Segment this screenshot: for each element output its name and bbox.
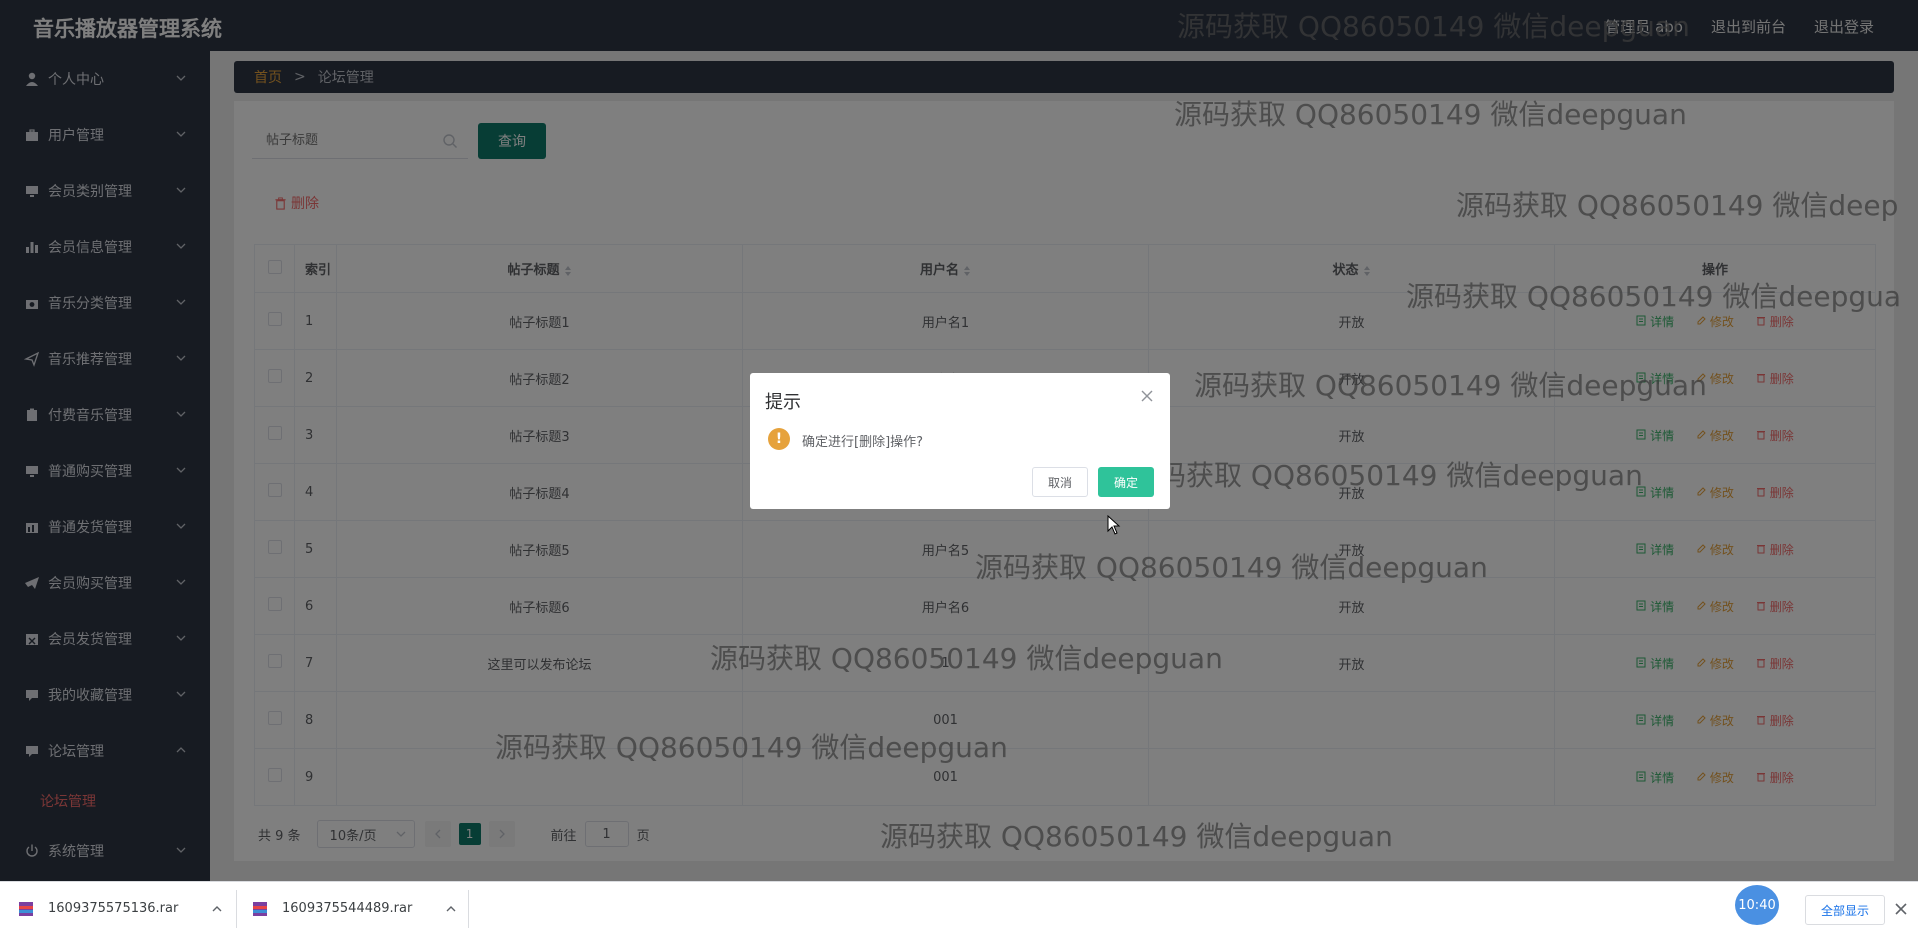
download-item[interactable]: 1609375544489.rar	[252, 882, 456, 934]
mouse-cursor-icon	[1107, 515, 1121, 535]
warning-icon: !	[768, 428, 790, 450]
rar-file-icon	[253, 901, 267, 916]
chevron-up-icon[interactable]	[212, 905, 222, 913]
dialog-title: 提示	[765, 392, 801, 413]
divider	[236, 890, 237, 928]
dialog-message: 确定进行[删除]操作?	[802, 435, 924, 450]
close-icon[interactable]	[1140, 389, 1154, 403]
cancel-button[interactable]: 取消	[1032, 467, 1088, 497]
download-item[interactable]: 1609375575136.rar	[18, 882, 222, 934]
clock-widget: 10:40	[1735, 885, 1779, 925]
confirm-button[interactable]: 确定	[1098, 467, 1154, 497]
show-all-button[interactable]: 全部显示	[1805, 895, 1885, 925]
download-filename: 1609375575136.rar	[48, 901, 179, 916]
download-filename: 1609375544489.rar	[282, 901, 413, 916]
close-icon[interactable]	[1894, 902, 1908, 916]
divider	[468, 890, 469, 928]
rar-file-icon	[19, 901, 33, 916]
chevron-up-icon[interactable]	[446, 905, 456, 913]
download-bar: 1609375575136.rar 1609375544489.rar	[0, 881, 1918, 934]
confirm-dialog: 提示 ! 确定进行[删除]操作? 取消 确定	[750, 373, 1170, 509]
